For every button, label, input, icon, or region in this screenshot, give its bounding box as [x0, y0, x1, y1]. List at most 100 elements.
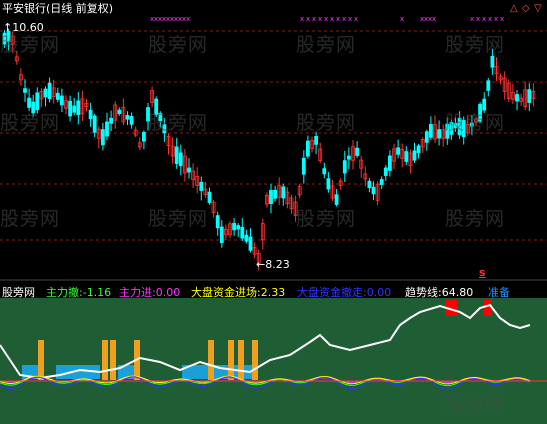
legend-main-out: 主力撤:-1.16	[46, 286, 112, 299]
candle-body	[490, 55, 495, 68]
signal-mark: x	[186, 15, 190, 23]
candle-body	[281, 186, 286, 199]
signal-mark: x	[306, 15, 310, 23]
candle-body	[428, 124, 433, 138]
signal-mark: x	[312, 15, 316, 23]
signal-mark: x	[476, 15, 480, 23]
watermark: 股旁网	[445, 112, 506, 134]
candle-body	[105, 121, 109, 137]
candle-body	[248, 236, 253, 251]
indicator-bar-orange	[252, 340, 258, 380]
candle-body	[76, 100, 81, 115]
candle-body	[60, 95, 64, 106]
legend-market-out: 大盘资金撤走:0.00	[297, 286, 392, 299]
watermark: 股旁网	[0, 208, 61, 230]
candle-body	[199, 181, 204, 191]
legend-market-in: 大盘资金进场:2.33	[191, 286, 286, 299]
watermark: 股旁网	[445, 34, 506, 56]
candle-body	[88, 109, 93, 120]
candle-body	[371, 186, 376, 195]
candle-body	[273, 189, 278, 199]
watermark: 股旁网	[0, 112, 61, 134]
watermark: 股旁网	[148, 208, 209, 230]
candle-body	[527, 89, 532, 103]
candle-body	[215, 215, 220, 229]
signal-marker: s	[479, 266, 486, 279]
candle-body	[55, 92, 60, 100]
candle-body	[387, 155, 392, 171]
diamond-button[interactable]: ◇	[522, 4, 530, 14]
candle-body	[72, 105, 77, 113]
scroll-down-button[interactable]: ▽	[534, 4, 542, 14]
chart-title: 平安银行(日线 前复权)	[2, 2, 114, 15]
candle-body	[269, 190, 273, 204]
legend-ready: 准备	[488, 286, 510, 299]
candle-body	[322, 168, 327, 175]
candle-body	[47, 82, 52, 100]
watermark: 股旁网	[445, 208, 506, 230]
candle-body	[187, 167, 191, 173]
signal-mark: x	[488, 15, 492, 23]
candle-body	[424, 131, 429, 143]
candle-body	[219, 226, 224, 244]
legend-trend: 趋势线:64.80	[405, 286, 474, 299]
signal-mark: x	[342, 15, 346, 23]
signal-mark: x	[470, 15, 474, 23]
candle-body	[396, 147, 401, 155]
watermark: 股旁网	[296, 112, 357, 134]
watermark: 股旁网	[296, 34, 357, 56]
candle-body	[346, 155, 351, 160]
watermark: 股旁网	[296, 208, 357, 230]
candle-body	[125, 115, 130, 120]
candle-body	[101, 129, 105, 146]
candle-body	[383, 167, 388, 176]
low-arrow-icon: ←	[256, 258, 266, 271]
candle-body	[326, 178, 331, 190]
signal-mark: x	[354, 15, 358, 23]
candle-body	[141, 131, 146, 142]
candle-body	[232, 222, 237, 231]
candle-body	[342, 160, 347, 174]
signal-mark: x	[318, 15, 322, 23]
candle-body	[68, 100, 72, 117]
low-price: 8.23	[265, 258, 290, 271]
watermark: 股旁网	[445, 394, 506, 416]
signal-mark: x	[324, 15, 328, 23]
candle-body	[305, 140, 310, 157]
signal-mark: x	[482, 15, 486, 23]
signal-mark: x	[336, 15, 340, 23]
candle-body	[416, 145, 421, 154]
watermark: 股旁网	[0, 34, 61, 56]
legend-brand: 股旁网	[2, 286, 35, 299]
indicator-bar-orange	[238, 340, 244, 380]
candle-body	[27, 97, 32, 108]
candle-body	[515, 94, 519, 102]
candle-body	[117, 109, 122, 115]
watermark: 股旁网	[148, 112, 209, 134]
signal-mark: x	[348, 15, 352, 23]
candle-body	[129, 115, 134, 125]
candle-body	[404, 151, 409, 162]
indicator-bar-orange	[228, 340, 234, 380]
signal-mark: x	[500, 15, 504, 23]
signal-mark: x	[330, 15, 334, 23]
candle-body	[178, 152, 183, 167]
signal-mark: x	[432, 15, 436, 23]
candle-body	[23, 88, 27, 93]
indicator-bar-orange	[38, 340, 44, 380]
signal-mark: x	[494, 15, 498, 23]
candle-body	[437, 129, 442, 139]
candle-body	[236, 225, 241, 230]
candle-body	[92, 115, 97, 133]
indicator-block-red	[484, 300, 492, 316]
candle-body	[43, 88, 48, 98]
indicator-bar-orange	[208, 340, 214, 380]
candle-body	[301, 157, 306, 175]
scroll-up-button[interactable]: △	[510, 4, 518, 14]
signal-mark: x	[300, 15, 304, 23]
indicator-bar-orange	[110, 340, 116, 380]
candle-body	[109, 117, 113, 124]
candle-body	[379, 179, 384, 185]
price-label-low: ←8.23	[256, 258, 290, 271]
watermark: 股旁网	[148, 34, 209, 56]
